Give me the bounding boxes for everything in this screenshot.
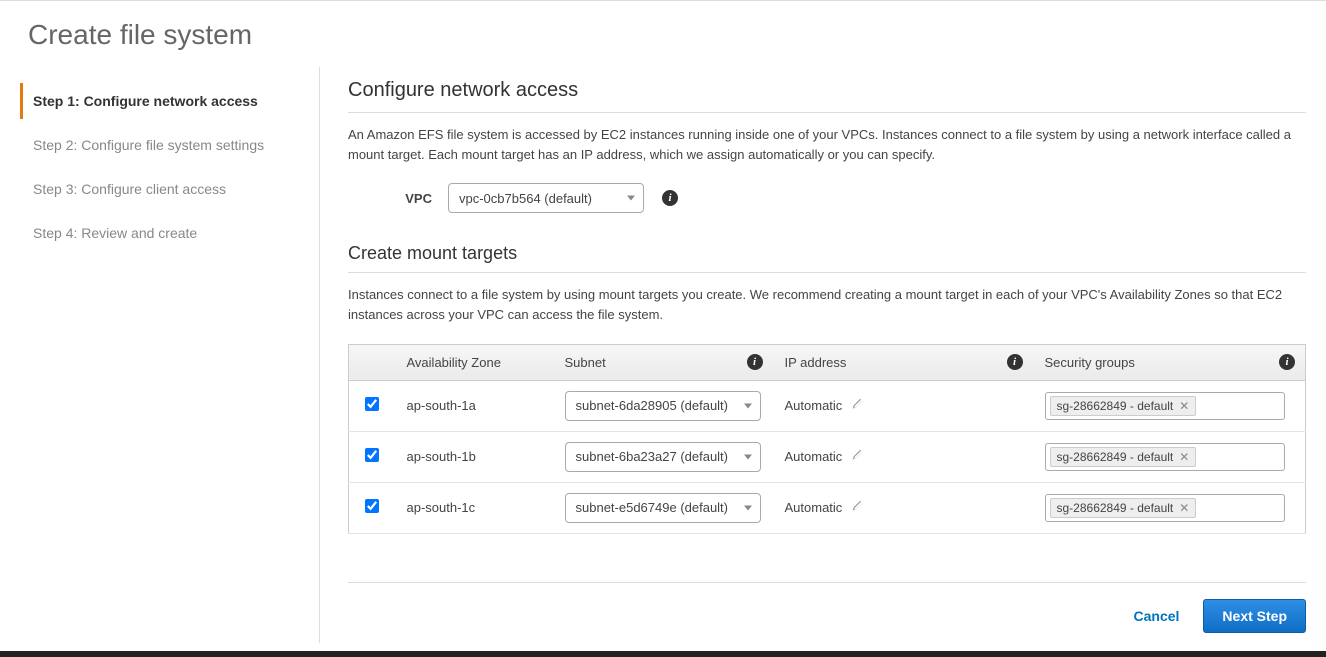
step-1[interactable]: Step 1: Configure network access [20, 83, 309, 119]
col-sg: Security groups i [1033, 344, 1306, 380]
subnet-select-value: subnet-6ba23a27 (default) [576, 449, 729, 464]
pencil-icon[interactable] [852, 500, 864, 515]
chevron-down-icon [627, 196, 635, 201]
create-mount-targets-title: Create mount targets [348, 243, 1306, 273]
col-ip-label: IP address [785, 355, 847, 370]
info-icon[interactable]: i [747, 354, 763, 370]
col-subnet-label: Subnet [565, 355, 606, 370]
chevron-down-icon [744, 505, 752, 510]
az-cell: ap-south-1a [395, 380, 553, 431]
security-groups-input[interactable]: sg-28662849 - default ✕ [1045, 443, 1285, 471]
remove-chip-icon[interactable]: ✕ [1179, 400, 1189, 412]
configure-network-title: Configure network access [348, 79, 1306, 113]
page-title: Create file system [0, 1, 1326, 67]
col-checkbox [349, 344, 395, 380]
ip-value: Automatic [785, 398, 843, 413]
table-row: ap-south-1b subnet-6ba23a27 (default) Au… [349, 431, 1306, 482]
col-az: Availability Zone [395, 344, 553, 380]
info-icon[interactable]: i [1279, 354, 1295, 370]
sg-chip: sg-28662849 - default ✕ [1050, 447, 1197, 467]
mount-targets-table: Availability Zone Subnet i IP address i … [348, 344, 1306, 534]
step-3[interactable]: Step 3: Configure client access [20, 171, 309, 207]
remove-chip-icon[interactable]: ✕ [1179, 502, 1189, 514]
next-step-button[interactable]: Next Step [1203, 599, 1306, 633]
sg-chip: sg-28662849 - default ✕ [1050, 498, 1197, 518]
vpc-select[interactable]: vpc-0cb7b564 (default) [448, 183, 644, 213]
subnet-select-value: subnet-6da28905 (default) [576, 398, 729, 413]
vpc-label: VPC [348, 191, 448, 206]
ip-value: Automatic [785, 500, 843, 515]
vpc-select-value: vpc-0cb7b564 (default) [459, 191, 592, 206]
sg-chip-label: sg-28662849 - default [1057, 501, 1174, 515]
table-row: ap-south-1a subnet-6da28905 (default) Au… [349, 380, 1306, 431]
security-groups-input[interactable]: sg-28662849 - default ✕ [1045, 392, 1285, 420]
create-mount-targets-desc: Instances connect to a file system by us… [348, 285, 1306, 325]
step-2[interactable]: Step 2: Configure file system settings [20, 127, 309, 163]
az-cell: ap-south-1c [395, 482, 553, 533]
subnet-select[interactable]: subnet-6ba23a27 (default) [565, 442, 761, 472]
step-4[interactable]: Step 4: Review and create [20, 215, 309, 251]
row-checkbox[interactable] [365, 448, 379, 462]
footer-actions: Cancel Next Step [348, 582, 1306, 633]
vpc-row: VPC vpc-0cb7b564 (default) i [348, 183, 1306, 213]
pencil-icon[interactable] [852, 449, 864, 464]
chevron-down-icon [744, 454, 752, 459]
wizard-sidebar: Step 1: Configure network access Step 2:… [20, 67, 320, 643]
pencil-icon[interactable] [852, 398, 864, 413]
remove-chip-icon[interactable]: ✕ [1179, 451, 1189, 463]
sg-chip-label: sg-28662849 - default [1057, 450, 1174, 464]
col-subnet: Subnet i [553, 344, 773, 380]
info-icon[interactable]: i [662, 190, 678, 206]
configure-network-desc: An Amazon EFS file system is accessed by… [348, 125, 1306, 165]
col-sg-label: Security groups [1045, 355, 1135, 370]
security-groups-input[interactable]: sg-28662849 - default ✕ [1045, 494, 1285, 522]
subnet-select[interactable]: subnet-e5d6749e (default) [565, 493, 761, 523]
table-row: ap-south-1c subnet-e5d6749e (default) Au… [349, 482, 1306, 533]
subnet-select[interactable]: subnet-6da28905 (default) [565, 391, 761, 421]
info-icon[interactable]: i [1007, 354, 1023, 370]
sg-chip: sg-28662849 - default ✕ [1050, 396, 1197, 416]
row-checkbox[interactable] [365, 397, 379, 411]
cancel-button[interactable]: Cancel [1134, 608, 1180, 624]
row-checkbox[interactable] [365, 499, 379, 513]
sg-chip-label: sg-28662849 - default [1057, 399, 1174, 413]
chevron-down-icon [744, 403, 752, 408]
col-ip: IP address i [773, 344, 1033, 380]
main-content: Configure network access An Amazon EFS f… [320, 67, 1306, 643]
ip-value: Automatic [785, 449, 843, 464]
az-cell: ap-south-1b [395, 431, 553, 482]
subnet-select-value: subnet-e5d6749e (default) [576, 500, 729, 515]
